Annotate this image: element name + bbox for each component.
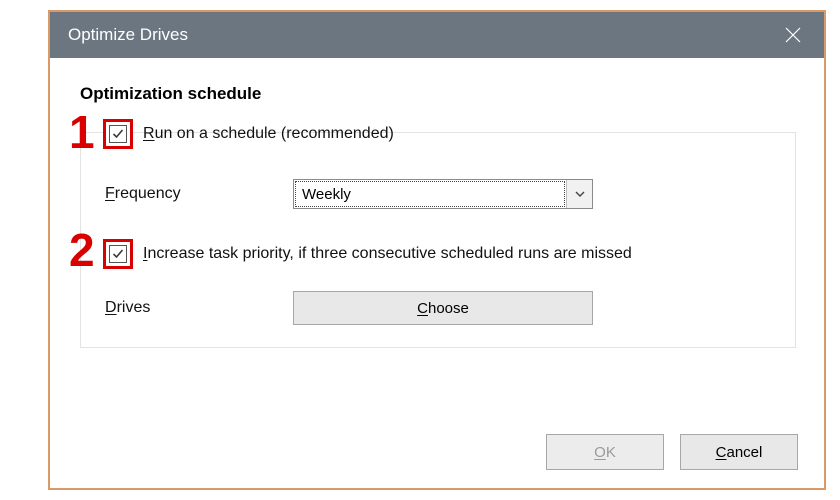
optimize-drives-dialog: Optimize Drives Optimization schedule 1: [50, 12, 824, 488]
chevron-down-icon: [575, 191, 585, 197]
frequency-select[interactable]: Weekly: [293, 179, 593, 209]
close-button[interactable]: [768, 12, 818, 58]
close-icon: [785, 27, 801, 43]
schedule-group: 1 Run on a schedule (recommended) Freque…: [80, 132, 796, 348]
choose-button[interactable]: Choose: [293, 291, 593, 325]
ok-button: OK: [546, 434, 664, 470]
titlebar: Optimize Drives: [50, 12, 824, 58]
run-schedule-checkbox[interactable]: [109, 125, 127, 143]
section-title: Optimization schedule: [80, 84, 796, 104]
frequency-value: Weekly: [295, 181, 565, 207]
drives-label: Drives: [103, 299, 293, 317]
screenshot-frame: Optimize Drives Optimization schedule 1: [48, 10, 826, 490]
frequency-dropdown-arrow[interactable]: [566, 180, 592, 208]
annotation-1: 1: [69, 109, 95, 155]
dialog-footer: OK Cancel: [546, 434, 798, 470]
increase-priority-checkbox[interactable]: [109, 245, 127, 263]
annotation-2: 2: [69, 227, 95, 273]
increase-priority-row: 2 Increase task priority, if three conse…: [103, 239, 777, 269]
increase-priority-checkbox-highlight: [103, 239, 133, 269]
cancel-button[interactable]: Cancel: [680, 434, 798, 470]
run-schedule-label[interactable]: Run on a schedule (recommended): [143, 125, 394, 143]
run-schedule-checkbox-highlight: [103, 119, 133, 149]
checkmark-icon: [112, 128, 124, 140]
dialog-title: Optimize Drives: [68, 25, 768, 45]
dialog-content: Optimization schedule 1 Run on a schedul…: [50, 58, 824, 366]
run-schedule-row: 1 Run on a schedule (recommended): [103, 117, 777, 151]
increase-priority-label[interactable]: Increase task priority, if three consecu…: [143, 245, 632, 263]
checkmark-icon: [112, 248, 124, 260]
frequency-row: Frequency Weekly: [103, 179, 777, 209]
drives-row: Drives Choose: [103, 291, 777, 325]
frequency-label: Frequency: [103, 185, 293, 203]
